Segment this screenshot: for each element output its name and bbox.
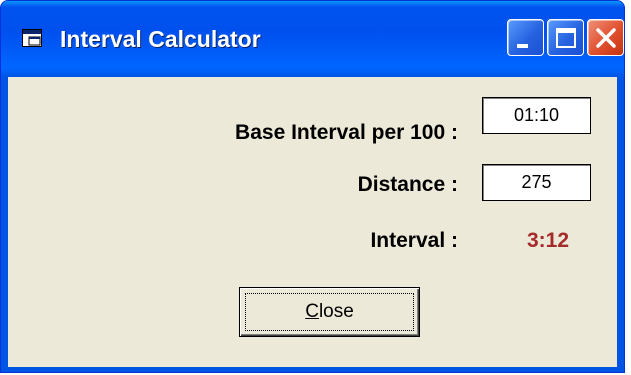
close-button-label: Close bbox=[305, 301, 354, 323]
client-area: Base Interval per 100 : Distance : Inter… bbox=[8, 77, 617, 367]
base-interval-label: Base Interval per 100 : bbox=[235, 121, 458, 144]
window-title: Interval Calculator bbox=[60, 26, 261, 52]
base-interval-input[interactable] bbox=[482, 97, 591, 134]
close-button[interactable]: Close bbox=[239, 287, 420, 337]
close-icon bbox=[596, 28, 616, 48]
interval-result: 3:12 bbox=[527, 229, 570, 252]
distance-input[interactable] bbox=[482, 164, 591, 201]
distance-label: Distance : bbox=[357, 173, 458, 196]
interval-label: Interval : bbox=[370, 229, 458, 252]
close-label-rest: lose bbox=[318, 301, 354, 322]
close-mnemonic: C bbox=[305, 301, 319, 322]
app-window: Interval Calculator Base Interval per 10… bbox=[0, 0, 625, 373]
title-bar[interactable]: Interval Calculator bbox=[1, 1, 624, 77]
maximize-button[interactable] bbox=[547, 19, 584, 56]
app-window-icon bbox=[22, 29, 42, 47]
close-window-button[interactable] bbox=[587, 19, 624, 56]
minimize-button[interactable] bbox=[507, 19, 544, 56]
focus-rectangle: Close bbox=[245, 293, 414, 331]
minimize-icon bbox=[517, 44, 528, 48]
maximize-icon bbox=[556, 28, 576, 48]
